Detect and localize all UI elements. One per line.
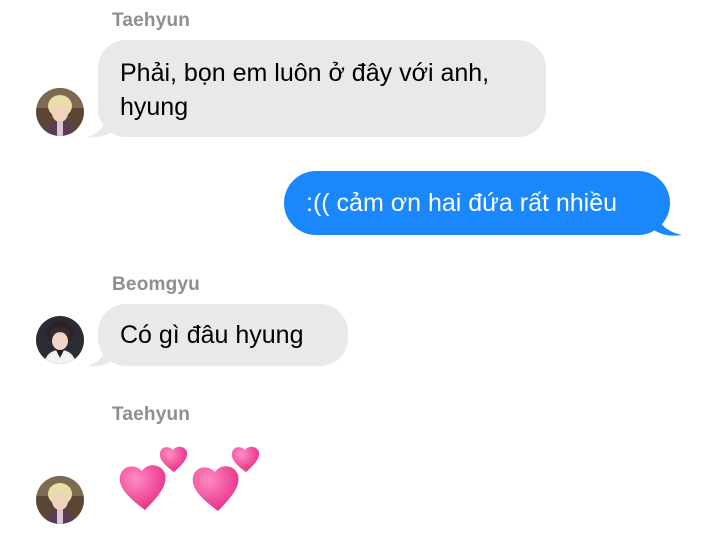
two-hearts-icon [119,446,260,511]
message-text-line: Phải, bọn em luôn ở đây với anh, [120,59,490,87]
bubble-tail-outgoing [650,207,682,236]
incoming-message-bubble[interactable]: Phải, bọn em luôn ở đây với anh, hyung [98,40,546,137]
bubble-tail-incoming [88,108,116,138]
outgoing-message-bubble[interactable]: :(( cảm ơn hai đứa rất nhiều [284,171,670,235]
message-text: Có gì đâu hyung [120,321,304,349]
avatar-taehyun[interactable] [36,476,84,524]
sender-name-taehyun: Taehyun [112,404,191,425]
message-text: :(( cảm ơn hai đứa rất nhiều [306,189,618,217]
incoming-message-bubble[interactable]: Có gì đâu hyung [98,304,348,366]
sender-name-beomgyu: Beomgyu [112,274,200,295]
message-text-line: hyung [120,93,189,121]
avatar-photo-icon [36,316,84,364]
avatar-beomgyu[interactable] [36,316,84,364]
avatar-taehyun[interactable] [36,88,84,136]
sender-name-taehyun: Taehyun [112,10,191,31]
bubble-tail-incoming [88,337,116,367]
two-hearts-emoji[interactable] [118,440,268,520]
avatar-photo-icon [36,88,84,136]
avatar-photo-icon [36,476,84,524]
